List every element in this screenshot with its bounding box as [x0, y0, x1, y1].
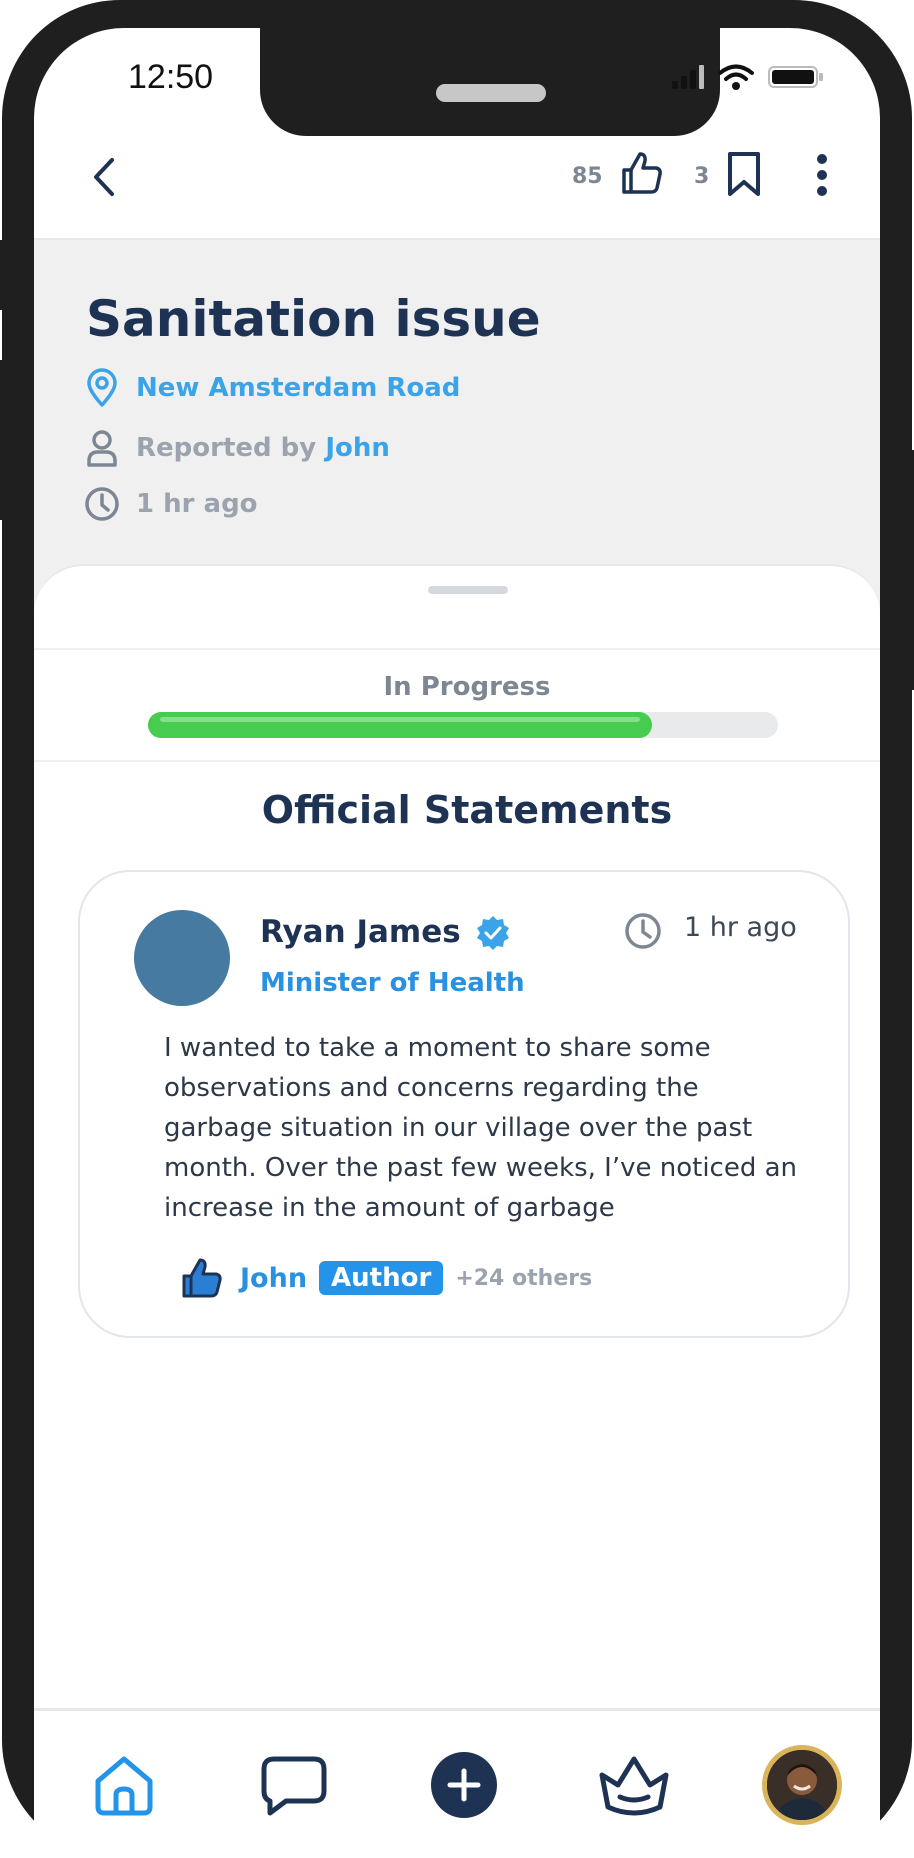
bookmark-icon[interactable] — [724, 150, 764, 198]
nav-home[interactable] — [84, 1745, 164, 1825]
statement-time: 1 hr ago — [684, 912, 797, 943]
sheet-drag-handle[interactable] — [428, 586, 508, 594]
bottom-navigation — [34, 1708, 880, 1858]
nav-chat[interactable] — [254, 1745, 334, 1825]
liker-name[interactable]: John — [240, 1263, 307, 1294]
battery-icon — [768, 66, 823, 88]
thumbs-up-filled-icon[interactable] — [180, 1256, 224, 1300]
speaker-grille — [436, 84, 546, 102]
progress-bar-highlight — [160, 717, 640, 722]
clock-icon — [625, 913, 661, 949]
issue-info-panel: Sanitation issue New Amsterdam Road Repo… — [34, 240, 880, 610]
clock-icon — [82, 484, 122, 524]
plus-circle-icon — [431, 1752, 497, 1818]
author-role: Minister of Health — [260, 968, 525, 998]
statement-likes[interactable]: John Author +24 others — [180, 1256, 592, 1300]
crown-icon — [599, 1756, 669, 1816]
status-time: 12:50 — [128, 58, 214, 96]
saves-count: 3 — [694, 164, 710, 189]
issue-time-text: 1 hr ago — [136, 489, 258, 519]
issue-location[interactable]: New Amsterdam Road — [82, 368, 460, 408]
section-title: Official Statements — [261, 788, 673, 832]
divider — [34, 648, 880, 650]
progress-status-label: In Progress — [383, 672, 551, 702]
issue-reporter: Reported by John — [82, 428, 390, 468]
reported-by-label: Reported by — [136, 433, 317, 463]
details-sheet: In Progress Official Statements Ryan Jam… — [34, 564, 880, 1814]
notch — [260, 28, 720, 136]
phone-side-button — [0, 360, 6, 520]
nav-leaderboard[interactable] — [594, 1745, 674, 1825]
progress-bar — [148, 712, 778, 738]
wifi-icon — [718, 64, 754, 90]
status-icons — [672, 64, 824, 90]
author-avatar[interactable] — [134, 910, 230, 1006]
issue-title: Sanitation issue — [86, 290, 541, 348]
top-bar: 85 3 — [34, 118, 880, 240]
phone-side-button — [0, 240, 6, 310]
chat-bubble-icon — [261, 1756, 327, 1816]
location-pin-icon — [82, 368, 122, 408]
nav-add[interactable] — [424, 1745, 504, 1825]
phone-screen: 12:50 85 3 Sanitation issue New Amsterda… — [34, 28, 880, 1858]
thumbs-up-icon[interactable] — [616, 148, 666, 198]
author-name[interactable]: Ryan James — [260, 914, 461, 950]
more-vertical-icon[interactable] — [810, 152, 834, 198]
progress-bar-fill — [148, 712, 652, 738]
verified-badge-icon — [477, 916, 509, 950]
back-chevron-icon[interactable] — [84, 152, 124, 202]
statement-body: I wanted to take a moment to share some … — [164, 1033, 798, 1223]
issue-time: 1 hr ago — [82, 484, 258, 524]
others-count[interactable]: +24 others — [455, 1266, 592, 1291]
divider — [34, 760, 880, 762]
nav-profile[interactable] — [762, 1745, 842, 1825]
location-text: New Amsterdam Road — [136, 373, 461, 403]
phone-side-button — [908, 450, 914, 690]
statement-card[interactable]: Ryan James Minister of Health 1 hr ago I… — [78, 870, 850, 1338]
reporter-name[interactable]: John — [325, 433, 390, 463]
likes-count: 85 — [572, 164, 603, 189]
home-icon — [95, 1756, 153, 1816]
author-badge: Author — [319, 1261, 444, 1295]
cellular-signal-icon — [672, 65, 704, 89]
user-icon — [82, 428, 122, 468]
profile-avatar — [762, 1745, 842, 1825]
